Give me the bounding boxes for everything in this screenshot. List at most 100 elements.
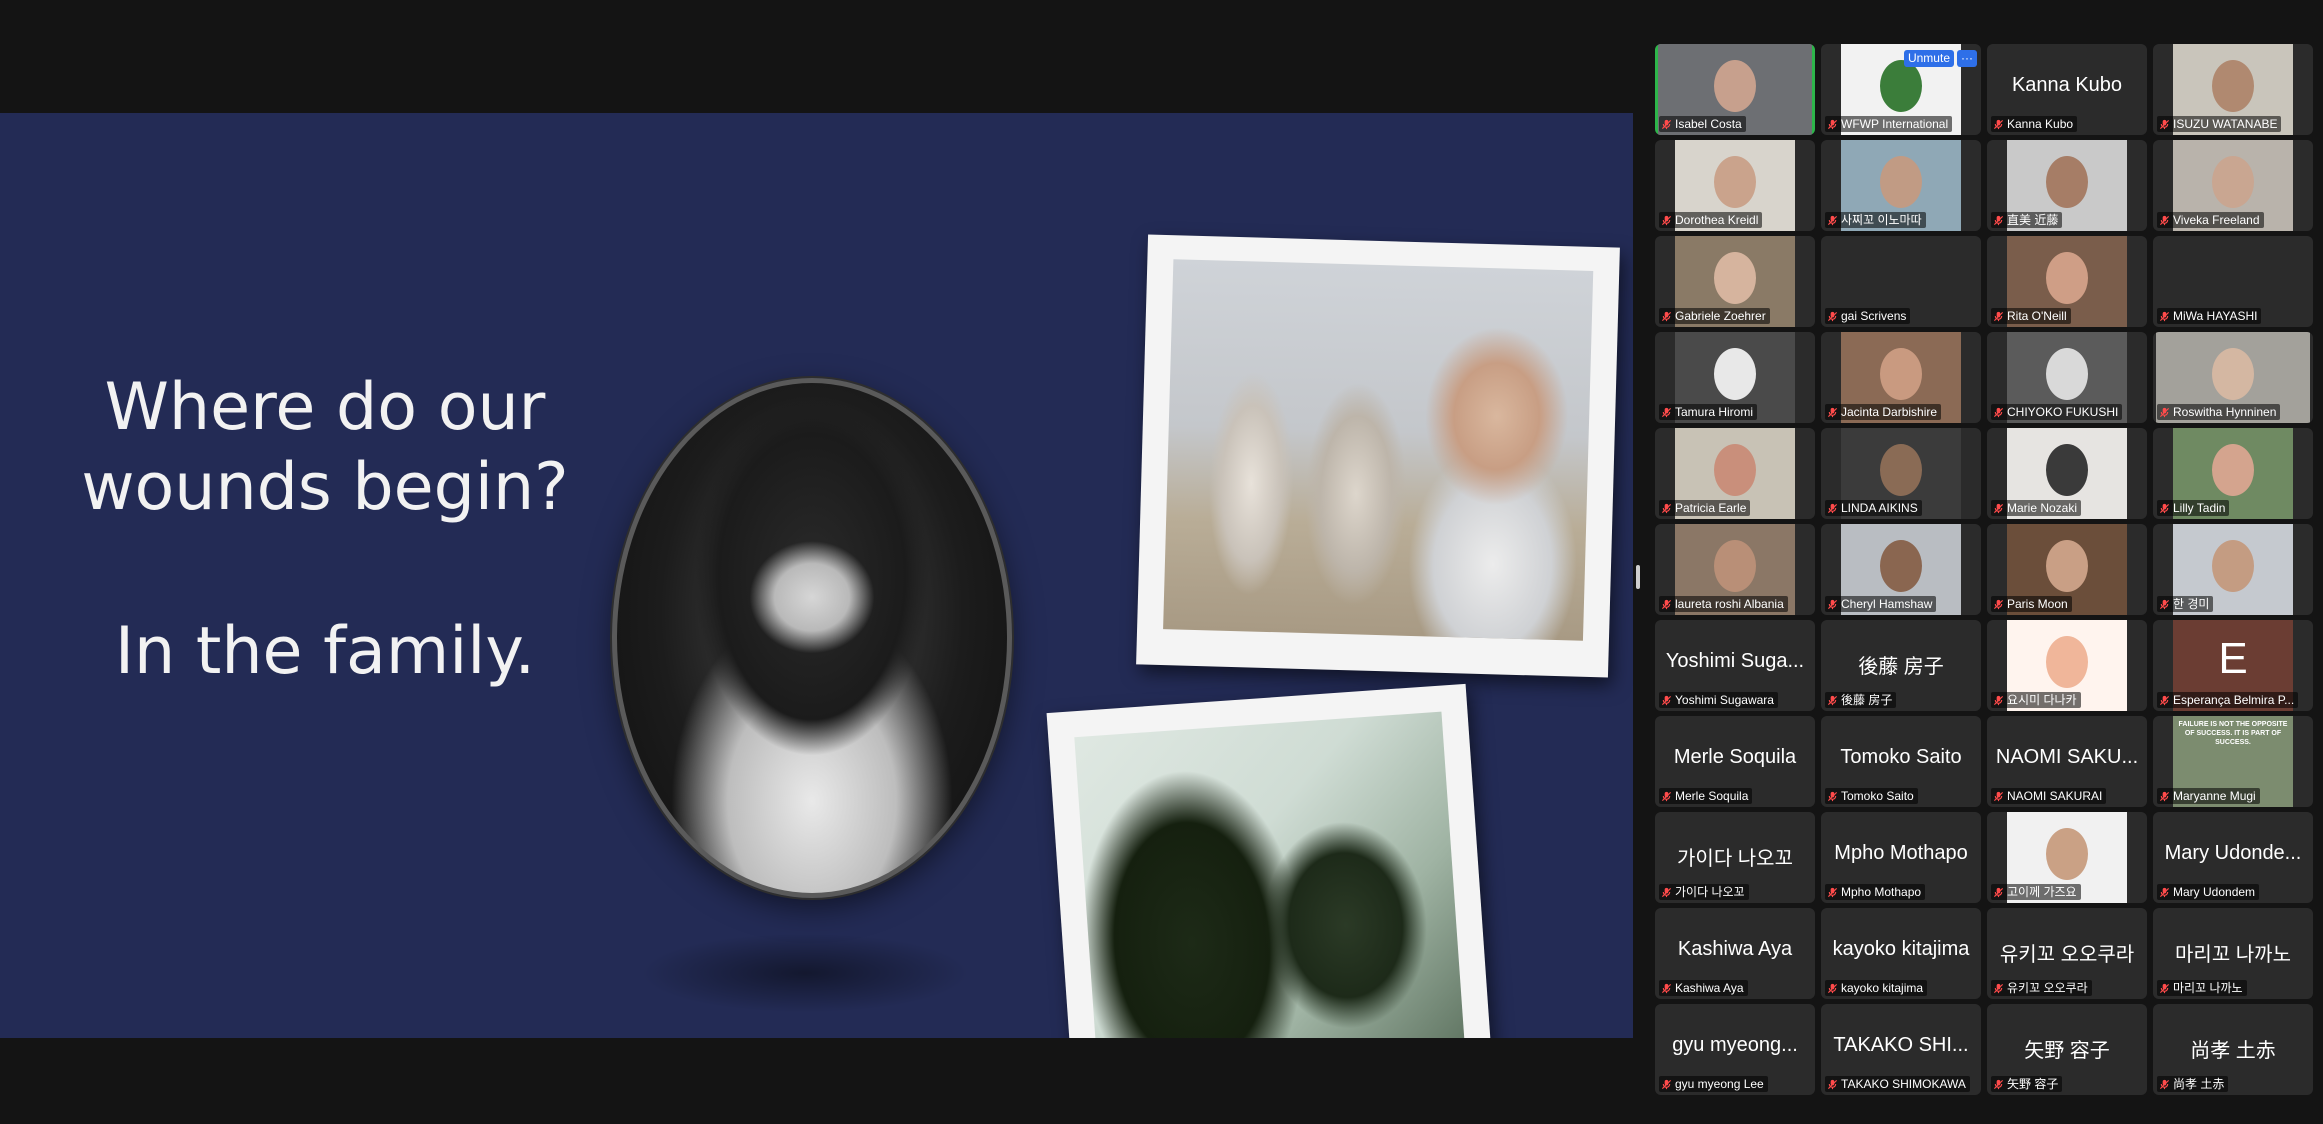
participant-display-name: 마리꼬 나까노 <box>2175 944 2291 966</box>
participant-name-label: NAOMI SAKURAI <box>1991 788 2107 804</box>
participant-tile[interactable]: ISUZU WATANABE <box>2153 44 2313 135</box>
participant-name: 가이다 나오꼬 <box>1675 885 1745 899</box>
slide-line-2: wounds begin? <box>81 450 569 525</box>
participant-name: Merle Soquila <box>1675 789 1749 803</box>
participant-tile[interactable]: Isabel Costa <box>1655 44 1815 135</box>
participant-tile[interactable]: 고이께 가즈요 <box>1987 812 2147 903</box>
participant-tile[interactable]: NAOMI SAKU... NAOMI SAKURAI <box>1987 716 2147 807</box>
participant-display-name: kayoko kitajima <box>1832 938 1970 960</box>
participant-tile[interactable]: MiWa HAYASHI <box>2153 236 2313 327</box>
participant-name-label: CHIYOKO FUKUSHI <box>1991 404 2123 420</box>
participant-name: 後藤 房子 <box>1841 693 1893 707</box>
participant-name-label: 矢野 容子 <box>1991 1076 2063 1092</box>
participant-name-label: Tomoko Saito <box>1825 788 1918 804</box>
participant-tile[interactable]: Marie Nozaki <box>1987 428 2147 519</box>
participant-display-name: Merle Soquila <box>1673 746 1797 768</box>
participant-tile[interactable]: kayoko kitajima kayoko kitajima <box>1821 908 1981 999</box>
participant-tile[interactable]: Mpho Mothapo Mpho Mothapo <box>1821 812 1981 903</box>
participant-name: CHIYOKO FUKUSHI <box>2007 405 2119 419</box>
participant-tile[interactable]: Roswitha Hynninen <box>2153 332 2313 423</box>
muted-mic-icon <box>1661 503 1672 513</box>
participant-tile[interactable]: 사찌꼬 이노마따 <box>1821 140 1981 231</box>
muted-mic-icon <box>1993 791 2004 801</box>
participant-tile[interactable]: 유키꼬 오오쿠라 유키꼬 오오쿠라 <box>1987 908 2147 999</box>
participant-tile[interactable]: WFWP International Unmute ··· <box>1821 44 1981 135</box>
participant-name-label: 마리꼬 나까노 <box>2157 980 2247 996</box>
participant-tile[interactable]: Tomoko Saito Tomoko Saito <box>1821 716 1981 807</box>
more-options-button[interactable]: ··· <box>1957 50 1977 67</box>
participant-tile[interactable]: 가이다 나오꼬 가이다 나오꼬 <box>1655 812 1815 903</box>
participant-name: Jacinta Darbishire <box>1841 405 1938 419</box>
participant-tile[interactable]: Merle Soquila Merle Soquila <box>1655 716 1815 807</box>
participant-display-name: Mary Udonde... <box>2164 842 2302 864</box>
participant-tile[interactable]: Paris Moon <box>1987 524 2147 615</box>
participant-name: 고이께 가즈요 <box>2007 885 2077 899</box>
participant-tile[interactable]: Yoshimi Suga... Yoshimi Sugawara <box>1655 620 1815 711</box>
participant-tile[interactable]: Tamura Hiromi <box>1655 332 1815 423</box>
participant-tile[interactable]: 한 경미 <box>2153 524 2313 615</box>
participant-display-name: NAOMI SAKU... <box>1995 746 2139 768</box>
participant-name: Roswitha Hynninen <box>2173 405 2277 419</box>
participant-tile[interactable]: LINDA AIKINS <box>1821 428 1981 519</box>
participant-tile[interactable]: 마리꼬 나까노 마리꼬 나까노 <box>2153 908 2313 999</box>
participant-tile[interactable]: 矢野 容子 矢野 容子 <box>1987 1004 2147 1095</box>
participant-name-label: kayoko kitajima <box>1825 980 1928 996</box>
participant-name: 마리꼬 나까노 <box>2173 981 2243 995</box>
participant-name: Marie Nozaki <box>2007 501 2078 515</box>
family-argument-photo <box>1136 234 1620 678</box>
participant-display-name: 矢野 容子 <box>2024 1040 2110 1062</box>
participant-name-label: 尚孝 土赤 <box>2157 1076 2229 1092</box>
participant-tile[interactable]: Lilly Tadin <box>2153 428 2313 519</box>
muted-mic-icon <box>1661 695 1672 705</box>
muted-mic-icon <box>2159 215 2170 225</box>
muted-mic-icon <box>2159 1079 2170 1089</box>
muted-mic-icon <box>1993 311 2004 321</box>
participant-tile[interactable]: laureta roshi Albania <box>1655 524 1815 615</box>
muted-mic-icon <box>1661 407 1672 417</box>
participant-tile[interactable]: Viveka Freeland <box>2153 140 2313 231</box>
participant-tile[interactable]: 尚孝 土赤 尚孝 土赤 <box>2153 1004 2313 1095</box>
participant-tile[interactable]: TAKAKO SHI... TAKAKO SHIMOKAWA <box>1821 1004 1981 1095</box>
participant-name-label: MiWa HAYASHI <box>2157 308 2262 324</box>
muted-mic-icon <box>1827 695 1838 705</box>
slide-line-3: In the family. <box>114 614 536 689</box>
participant-tile[interactable]: FAILURE IS NOT THE OPPOSITE OF SUCCESS. … <box>2153 716 2313 807</box>
participant-name: 矢野 容子 <box>2007 1077 2059 1091</box>
participant-tile[interactable]: Patricia Earle <box>1655 428 1815 519</box>
participant-name: laureta roshi Albania <box>1675 597 1784 611</box>
participant-tile[interactable]: Rita O'Neill <box>1987 236 2147 327</box>
participant-tile[interactable]: 直美 近藤 <box>1987 140 2147 231</box>
participant-display-name: 後藤 房子 <box>1858 656 1944 678</box>
participant-tile[interactable]: Gabriele Zoehrer <box>1655 236 1815 327</box>
muted-mic-icon <box>1827 311 1838 321</box>
participant-display-name: Kashiwa Aya <box>1677 938 1793 960</box>
participant-tile[interactable]: E Esperança Belmira P... <box>2153 620 2313 711</box>
muted-mic-icon <box>1993 407 2004 417</box>
unmute-button[interactable]: Unmute <box>1903 50 1954 67</box>
participant-tile[interactable]: CHIYOKO FUKUSHI <box>1987 332 2147 423</box>
participant-tile[interactable]: Mary Udonde... Mary Udondem <box>2153 812 2313 903</box>
participant-tile[interactable]: Dorothea Kreidl <box>1655 140 1815 231</box>
muted-mic-icon <box>1661 791 1672 801</box>
muted-mic-icon <box>1827 887 1838 897</box>
participant-name-label: 고이께 가즈요 <box>1991 884 2081 900</box>
muted-mic-icon <box>1827 791 1838 801</box>
participant-tile[interactable]: Kanna Kubo Kanna Kubo <box>1987 44 2147 135</box>
participant-tile[interactable]: Kashiwa Aya Kashiwa Aya <box>1655 908 1815 999</box>
muted-mic-icon <box>1661 599 1672 609</box>
participant-name: Cheryl Hamshaw <box>1841 597 1933 611</box>
participant-tile[interactable]: Cheryl Hamshaw <box>1821 524 1981 615</box>
participant-name-label: TAKAKO SHIMOKAWA <box>1825 1076 1970 1092</box>
splitter-handle[interactable] <box>1636 565 1640 589</box>
muted-mic-icon <box>1827 407 1838 417</box>
participant-name: 尚孝 土赤 <box>2173 1077 2225 1091</box>
participant-name-label: Mary Udondem <box>2157 884 2260 900</box>
participant-name-label: Maryanne Mugi <box>2157 788 2260 804</box>
muted-mic-icon <box>1661 1079 1672 1089</box>
participant-tile[interactable]: Jacinta Darbishire <box>1821 332 1981 423</box>
participant-tile[interactable]: gyu myeong... gyu myeong Lee <box>1655 1004 1815 1095</box>
participant-tile[interactable]: 後藤 房子 後藤 房子 <box>1821 620 1981 711</box>
participant-tile[interactable]: 요시미 다나카 <box>1987 620 2147 711</box>
muted-mic-icon <box>2159 695 2170 705</box>
participant-tile[interactable]: gai Scrivens <box>1821 236 1981 327</box>
